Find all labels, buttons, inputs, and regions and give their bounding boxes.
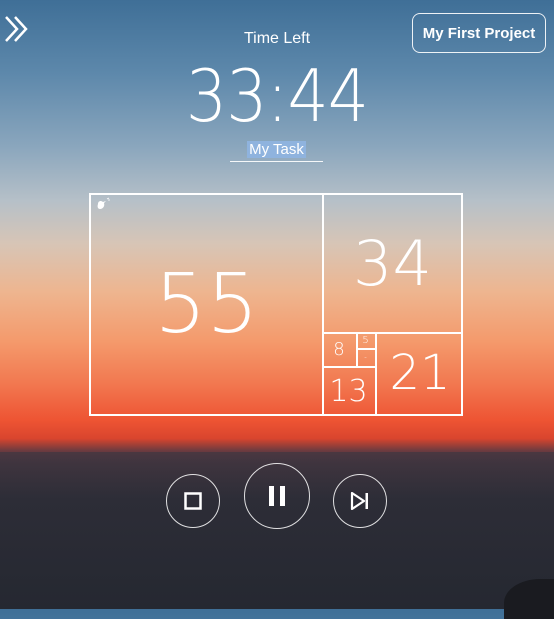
skip-button[interactable] [333, 474, 387, 528]
fib-cell-34[interactable]: 34 [322, 195, 463, 334]
fib-cell-3[interactable]: - [356, 348, 375, 366]
fib-cell-55[interactable]: 55 [91, 195, 324, 414]
task-name-text: My Task [247, 141, 306, 158]
fib-cell-13[interactable]: 13 [322, 366, 375, 414]
skip-icon [350, 492, 368, 510]
fib-cell-8[interactable]: 8 [322, 332, 358, 366]
task-name-field[interactable]: My Task [230, 139, 323, 162]
pause-icon [269, 486, 285, 506]
stop-icon [184, 492, 202, 510]
stop-button[interactable] [166, 474, 220, 528]
countdown-timer: 33:44 [185, 54, 369, 138]
fib-cell-21[interactable]: 21 [375, 332, 463, 414]
pause-button[interactable] [244, 463, 310, 529]
time-left-label: Time Left [243, 30, 311, 47]
fibonacci-grid: 55 34 21 13 8 5 - [89, 193, 463, 416]
bird-icon [97, 197, 110, 209]
